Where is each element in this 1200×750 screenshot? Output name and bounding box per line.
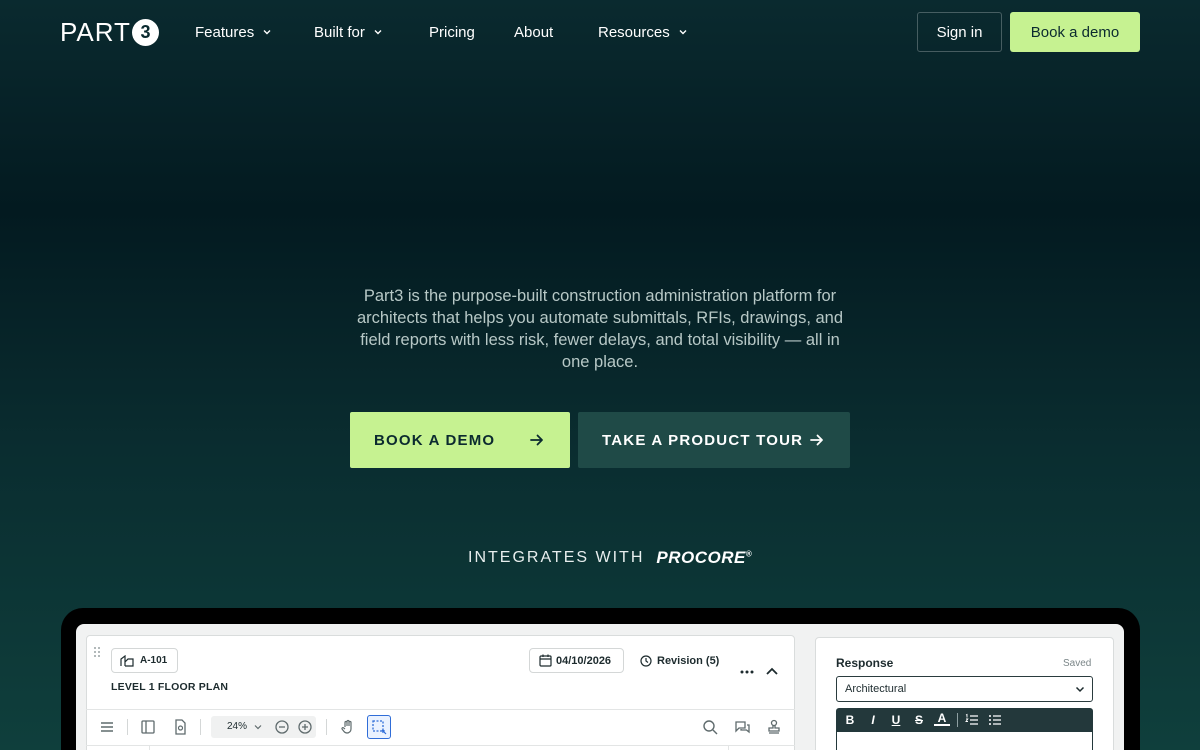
product-tour-button[interactable]: TAKE A PRODUCT TOUR <box>578 412 850 468</box>
nav-built-for-label: Built for <box>314 23 365 41</box>
menu-icon[interactable] <box>98 718 116 736</box>
comments-icon[interactable] <box>733 718 751 736</box>
sidebar-toggle-icon[interactable] <box>139 718 157 736</box>
chevron-down-icon <box>1075 686 1085 693</box>
zoom-dropdown-icon[interactable] <box>252 721 264 733</box>
clock-icon <box>640 654 652 667</box>
drawing-canvas-right-edge <box>728 745 729 750</box>
toolbar-separator <box>200 719 201 735</box>
nav-about[interactable]: About <box>514 22 553 42</box>
chevron-down-icon <box>263 30 271 35</box>
pan-hand-icon[interactable] <box>339 718 357 736</box>
bold-button[interactable]: B <box>842 712 858 728</box>
revision-chip[interactable]: Revision (5) <box>631 648 733 673</box>
drag-handle-icon[interactable] <box>93 646 101 658</box>
search-icon[interactable] <box>701 718 719 736</box>
logo-badge: 3 <box>131 18 159 46</box>
book-demo-button[interactable]: BOOK A DEMO <box>350 412 570 468</box>
sign-in-button[interactable]: Sign in <box>917 12 1002 52</box>
zoom-in-icon[interactable] <box>296 718 314 736</box>
integrations-row: INTEGRATES WITH PROCORE® <box>468 548 752 568</box>
part3-logo[interactable]: PART 3 <box>60 18 159 46</box>
calendar-icon <box>539 654 552 667</box>
toolbar-separator <box>326 719 327 735</box>
nav-about-label: About <box>514 23 554 41</box>
book-demo-nav-button[interactable]: Book a demo <box>1010 12 1140 52</box>
hero-description: Part3 is the purpose-built construction … <box>356 287 844 371</box>
product-tour-label: TAKE A PRODUCT TOUR <box>602 431 804 449</box>
response-editor[interactable] <box>836 732 1093 750</box>
document-icon[interactable] <box>171 718 189 736</box>
nav-pricing[interactable]: Pricing <box>429 22 475 42</box>
response-title: Response <box>836 656 894 670</box>
discipline-select[interactable]: Architectural <box>836 676 1093 702</box>
drawing-canvas-left-edge <box>149 745 150 750</box>
sheet-number: A-101 <box>140 655 168 666</box>
nav-features[interactable]: Features <box>195 22 272 42</box>
procore-logo[interactable]: PROCORE® <box>656 548 752 568</box>
more-options-icon[interactable] <box>740 670 754 674</box>
logo-text: PART <box>60 17 131 47</box>
sheet-number-chip[interactable]: A-101 <box>111 648 178 673</box>
discipline-value: Architectural <box>845 683 907 695</box>
drawing-canvas-border <box>86 745 795 746</box>
nav-features-label: Features <box>195 23 255 41</box>
nav-built-for[interactable]: Built for <box>314 22 383 42</box>
underline-button[interactable]: U <box>888 712 904 728</box>
save-status: Saved <box>1063 658 1092 669</box>
strikethrough-button[interactable]: S <box>911 712 927 728</box>
nav-resources[interactable]: Resources <box>598 22 688 42</box>
italic-button[interactable]: I <box>865 712 881 728</box>
stamp-icon[interactable] <box>765 718 783 736</box>
numbered-list-icon[interactable] <box>964 712 980 728</box>
floor-plan-icon <box>120 654 134 667</box>
top-navigation: PART 3 Features Built for Pricing About … <box>0 0 1200 64</box>
nav-resources-label: Resources <box>598 23 670 41</box>
integrations-label: INTEGRATES WITH <box>468 549 645 566</box>
registered-mark: ® <box>745 549 753 559</box>
chevron-up-icon[interactable] <box>764 664 780 680</box>
chevron-down-icon <box>374 30 382 35</box>
arrow-right-icon <box>530 434 543 446</box>
toolbar-divider <box>86 709 795 710</box>
toolbar-separator <box>127 719 128 735</box>
zoom-out-icon[interactable] <box>273 718 291 736</box>
date-chip[interactable]: 04/10/2026 <box>529 648 624 673</box>
date-value: 04/10/2026 <box>556 654 612 667</box>
chevron-down-icon <box>679 30 687 35</box>
arrow-right-icon <box>810 434 823 446</box>
revision-value: Revision (5) <box>657 654 720 667</box>
book-demo-label: BOOK A DEMO <box>374 431 496 449</box>
sheet-title: LEVEL 1 FLOOR PLAN <box>111 681 229 693</box>
marquee-select-icon <box>372 720 387 735</box>
editor-separator <box>957 713 958 727</box>
nav-pricing-label: Pricing <box>429 23 475 41</box>
zoom-value: 24% <box>227 721 248 732</box>
bullet-list-icon[interactable] <box>987 712 1003 728</box>
procore-wordmark: PROCORE <box>656 548 746 567</box>
text-color-button[interactable]: A <box>934 711 950 726</box>
